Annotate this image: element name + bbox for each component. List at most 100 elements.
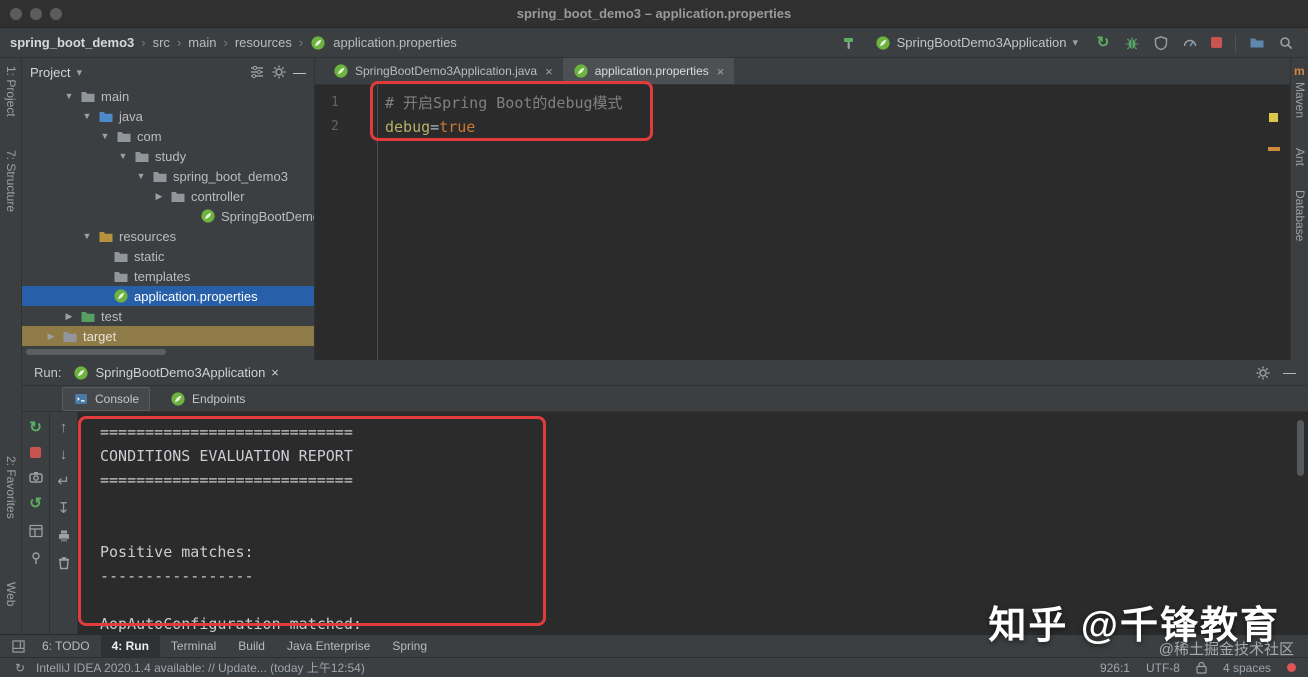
run-panel-header: Run: SpringBootDemo3Application × — <box>22 360 1308 386</box>
tool-window-java-enterprise[interactable]: Java Enterprise <box>276 635 381 657</box>
breadcrumb-file[interactable]: application.properties <box>333 35 457 50</box>
tree-item-static[interactable]: static <box>22 246 314 266</box>
tool-window-todo[interactable]: 6: TODO <box>31 635 101 657</box>
collapse-arrow-icon[interactable]: ▶ <box>45 331 57 342</box>
editor-body[interactable]: 1 2 # 开启Spring Boot的debug模式 debug=true <box>315 85 1290 360</box>
line-number: 1 <box>331 95 339 110</box>
inspection-marker[interactable] <box>1269 113 1278 122</box>
tree-item-controller[interactable]: ▶ controller <box>22 186 314 206</box>
rerun-button[interactable]: ↻ <box>1095 34 1111 51</box>
run-configuration-select[interactable]: SpringBootDemo3Application ▾ <box>871 33 1082 53</box>
status-message[interactable]: IntelliJ IDEA 2020.1.4 available: // Upd… <box>36 659 365 676</box>
tool-window-build[interactable]: Build <box>227 635 276 657</box>
search-icon[interactable] <box>1278 35 1294 51</box>
close-window-button[interactable] <box>10 7 22 20</box>
up-stack-icon[interactable]: ↑ <box>56 420 72 436</box>
vertical-scrollbar[interactable] <box>1297 420 1304 476</box>
tool-window-spring[interactable]: Spring <box>381 635 438 657</box>
expand-arrow-icon[interactable]: ▼ <box>117 151 129 161</box>
tree-item-resources[interactable]: ▼ resources <box>22 226 314 246</box>
coverage-button[interactable] <box>1153 35 1169 51</box>
breadcrumb-src[interactable]: src <box>153 35 170 50</box>
tab-springbootdemo3application-java[interactable]: SpringBootDemo3Application.java × <box>323 58 563 84</box>
close-tab-icon[interactable]: × <box>717 64 725 79</box>
thread-dump-icon[interactable] <box>28 469 44 485</box>
restore-layout-icon[interactable]: ↺ <box>28 496 44 512</box>
tool-stripe-maven[interactable]: Maven <box>1293 82 1307 118</box>
down-stack-icon[interactable]: ↓ <box>56 447 72 463</box>
layout-icon[interactable] <box>28 523 44 539</box>
soft-wrap-icon[interactable]: ↵ <box>56 474 72 490</box>
tab-endpoints[interactable]: Endpoints <box>160 388 255 410</box>
lock-icon[interactable] <box>1196 661 1207 674</box>
close-tab-icon[interactable]: × <box>545 64 553 79</box>
tree-item-test[interactable]: ▶ test <box>22 306 314 326</box>
zoom-window-button[interactable] <box>50 7 62 20</box>
tool-stripe-project[interactable]: 1: Project <box>4 66 18 117</box>
profiler-button[interactable] <box>1182 35 1198 51</box>
window-switcher-icon[interactable] <box>12 639 25 653</box>
build-hammer-icon[interactable] <box>842 35 858 51</box>
tool-stripe-web[interactable]: Web <box>4 582 18 606</box>
breadcrumb-main[interactable]: main <box>188 35 216 50</box>
expand-arrow-icon[interactable]: ▼ <box>81 231 93 241</box>
horizontal-scrollbar[interactable] <box>26 349 166 355</box>
debug-button[interactable] <box>1124 35 1140 51</box>
notification-icon[interactable] <box>1287 663 1296 672</box>
tree-item-target[interactable]: ▶ target <box>22 326 314 346</box>
tree-item-main[interactable]: ▼ main <box>22 86 314 106</box>
tool-window-run[interactable]: 4: Run <box>100 635 160 657</box>
tool-stripe-favorites[interactable]: 2: Favorites <box>4 456 18 519</box>
open-folder-icon[interactable] <box>1249 35 1265 51</box>
view-options-icon[interactable] <box>249 64 265 80</box>
expand-arrow-icon[interactable]: ▼ <box>81 111 93 121</box>
pin-icon[interactable] <box>28 550 44 566</box>
tree-item-com[interactable]: ▼ com <box>22 126 314 146</box>
tree-item-spring-boot-demo3[interactable]: ▼ spring_boot_demo3 <box>22 166 314 186</box>
expand-arrow-icon[interactable]: ▼ <box>63 91 75 101</box>
rerun-button[interactable]: ↻ <box>28 420 44 436</box>
tab-console[interactable]: Console <box>62 386 151 411</box>
tree-item-label: com <box>137 128 162 144</box>
update-icon[interactable]: ↻ <box>12 660 28 676</box>
tree-item-label: SpringBootDemo3 <box>221 208 314 224</box>
stop-button[interactable] <box>30 447 41 458</box>
tool-stripe-ant[interactable]: Ant <box>1293 148 1307 166</box>
project-panel-title[interactable]: Project <box>30 65 70 80</box>
tree-item-study[interactable]: ▼ study <box>22 146 314 166</box>
title-bar: spring_boot_demo3 – application.properti… <box>0 0 1308 28</box>
tab-application-properties[interactable]: application.properties × <box>562 58 735 84</box>
stop-button[interactable] <box>1211 37 1222 48</box>
tree-item-java[interactable]: ▼ java <box>22 106 314 126</box>
collapse-arrow-icon[interactable]: ▶ <box>153 191 165 202</box>
tool-window-terminal[interactable]: Terminal <box>160 635 227 657</box>
chevron-down-icon[interactable]: ▾ <box>76 66 82 79</box>
tree-item-templates[interactable]: templates <box>22 266 314 286</box>
hide-panel-button[interactable]: — <box>1283 365 1296 380</box>
code-content[interactable]: # 开启Spring Boot的debug模式 debug=true <box>385 91 1266 139</box>
tree-item-springbootdemo3-class[interactable]: SpringBootDemo3 <box>22 206 314 226</box>
minimize-window-button[interactable] <box>30 7 42 20</box>
expand-arrow-icon[interactable]: ▼ <box>135 171 147 181</box>
tool-stripe-database[interactable]: Database <box>1293 190 1307 241</box>
hide-panel-button[interactable]: — <box>293 65 306 80</box>
clear-all-icon[interactable] <box>56 555 72 571</box>
gear-icon[interactable] <box>271 64 287 80</box>
expand-arrow-icon[interactable]: ▼ <box>99 131 111 141</box>
print-icon[interactable] <box>56 528 72 544</box>
caret-position[interactable]: 926:1 <box>1100 661 1130 675</box>
run-configuration-tab[interactable]: SpringBootDemo3Application × <box>73 365 279 381</box>
run-configuration-label: SpringBootDemo3Application <box>896 35 1067 50</box>
error-stripe-marker[interactable] <box>1268 147 1280 151</box>
close-tab-icon[interactable]: × <box>271 365 279 380</box>
tool-stripe-structure[interactable]: 7: Structure <box>4 150 18 212</box>
file-encoding[interactable]: UTF-8 <box>1146 661 1180 675</box>
indent-setting[interactable]: 4 spaces <box>1223 661 1271 675</box>
property-equals: = <box>430 118 440 136</box>
breadcrumb-project[interactable]: spring_boot_demo3 <box>10 35 134 50</box>
collapse-arrow-icon[interactable]: ▶ <box>63 311 75 322</box>
gear-icon[interactable] <box>1255 365 1271 381</box>
breadcrumb-resources[interactable]: resources <box>235 35 292 50</box>
tree-item-application-properties[interactable]: application.properties <box>22 286 314 306</box>
scroll-to-end-icon[interactable]: ↧ <box>56 501 72 517</box>
